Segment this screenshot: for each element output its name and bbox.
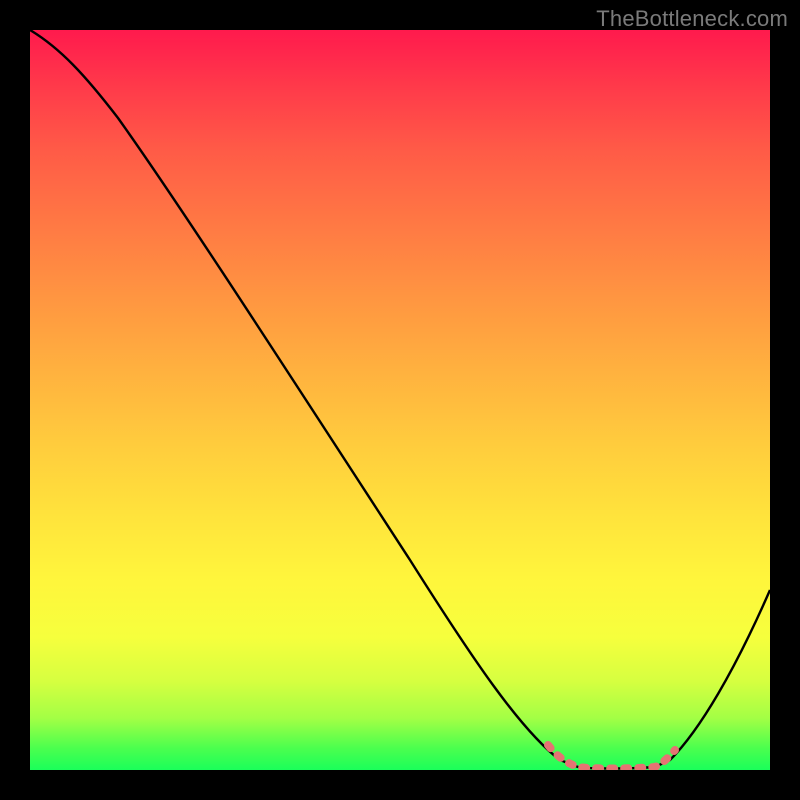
bottleneck-curve-path xyxy=(30,30,770,769)
plot-area xyxy=(30,30,770,770)
optimal-range-highlight-path xyxy=(548,745,675,769)
watermark-text: TheBottleneck.com xyxy=(596,6,788,32)
chart-frame: TheBottleneck.com xyxy=(0,0,800,800)
chart-svg xyxy=(30,30,770,770)
